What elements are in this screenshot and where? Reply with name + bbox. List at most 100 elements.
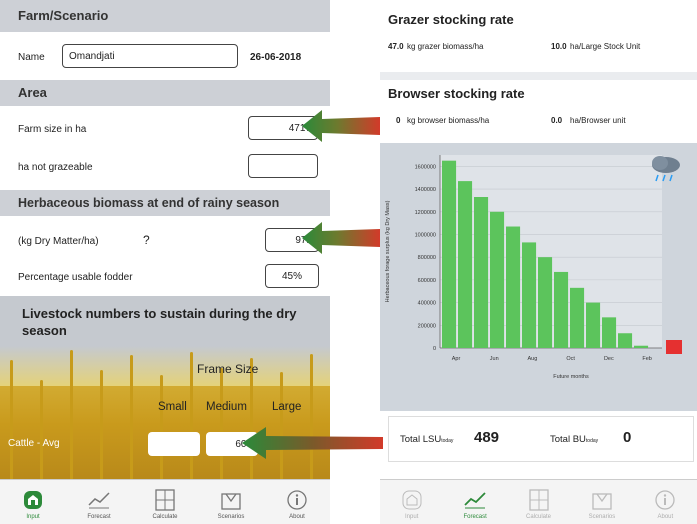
farm-icon [24, 491, 42, 509]
tab-about-label: About [657, 514, 674, 520]
tab-calculate-label: Calculate [152, 514, 178, 520]
frame-medium-label: Medium [206, 401, 247, 413]
y-tick-label: 1400000 [415, 187, 436, 193]
info-icon [287, 490, 307, 510]
tab-forecast-label: Forecast [87, 514, 111, 520]
bar [506, 226, 521, 348]
bar [634, 345, 649, 348]
x-axis-label: Future months [553, 374, 589, 380]
tab-bar-right: Input Forecast Calculate Scenarios About [380, 479, 697, 524]
tab-about[interactable]: About [634, 480, 697, 524]
area-header: Area [0, 80, 330, 106]
browser-ha-value: 0.0 [551, 116, 563, 125]
y-tick-label: 600000 [418, 278, 436, 284]
y-tick-label: 200000 [418, 323, 436, 329]
y-tick-label: 1600000 [415, 164, 436, 170]
y-tick-label: 400000 [418, 301, 436, 307]
browser-biomass-value: 0 [396, 116, 401, 125]
tab-scenarios-label: Scenarios [588, 514, 616, 520]
x-tick-label: Jun [490, 356, 499, 362]
bar [618, 333, 633, 348]
tab-calculate-label: Calculate [526, 514, 552, 520]
scenarios-icon [592, 493, 612, 510]
usable-fodder-label: Percentage usable fodder [18, 272, 133, 283]
browser-ha-unit: ha/Browser unit [570, 116, 626, 125]
y-tick-label: 1000000 [415, 232, 436, 238]
cattle-small-input[interactable] [148, 432, 200, 456]
tab-calculate[interactable]: Calculate [132, 480, 198, 524]
cattle-label: Cattle - Avg [8, 438, 60, 449]
tab-input-label: Input [26, 514, 40, 520]
callout-arrow-cattle [242, 427, 383, 459]
tab-about-label: About [289, 514, 305, 520]
calculator-icon [155, 489, 175, 511]
name-label: Name [18, 52, 45, 63]
farm-name-input[interactable]: Omandjati [62, 44, 238, 68]
tab-scenarios[interactable]: Scenarios [570, 480, 633, 524]
line-chart-icon [464, 492, 486, 509]
frame-small-label: Small [158, 401, 187, 413]
y-axis-label: Herbaceous forage surplus (kg Dry Mass) [385, 200, 391, 302]
grazer-ha-unit: ha/Large Stock Unit [570, 42, 641, 51]
tab-scenarios-label: Scenarios [217, 514, 245, 520]
bar [490, 211, 505, 348]
x-tick-label: Oct [566, 356, 575, 362]
calculate-screen: Grazer stocking rate 47.0 kg grazer biom… [380, 0, 697, 524]
callout-arrow-dry-matter [302, 222, 380, 254]
y-tick-label: 1200000 [415, 210, 436, 216]
total-bu-label: Total BUtoday [550, 434, 599, 445]
biomass-header: Herbaceous biomass at end of rainy seaso… [0, 190, 330, 216]
x-tick-label: Apr [452, 356, 461, 362]
grazer-biomass-value: 47.0 [388, 42, 404, 51]
deficit-bar [666, 340, 682, 354]
scenario-date: 26-06-2018 [250, 52, 302, 63]
total-lsu-label: Total LSUtoday [400, 434, 454, 445]
dry-matter-label: (kg Dry Matter/ha) [18, 236, 99, 247]
forage-chart: 0 200000 400000 600000 800000 1000000 1200000 1… [380, 143, 697, 411]
tab-forecast-label: Forecast [463, 514, 487, 520]
bar [602, 317, 617, 348]
bar [538, 257, 553, 348]
browser-header: Browser stocking rate [388, 86, 525, 101]
tab-bar: Input Forecast Calculate Scenarios About [0, 479, 330, 524]
tab-input[interactable]: Input [0, 480, 66, 524]
tab-forecast[interactable]: Forecast [66, 480, 132, 524]
tab-forecast[interactable]: Forecast [443, 480, 506, 524]
tab-about[interactable]: About [264, 480, 330, 524]
grazer-ha-value: 10.0 [551, 42, 567, 51]
frame-size-label: Frame Size [197, 362, 259, 376]
farm-icon [402, 490, 422, 510]
total-lsu-value: 489 [474, 429, 500, 446]
farm-scenario-header: Farm/Scenario [0, 0, 330, 32]
y-tick-label: 0 [433, 346, 436, 352]
livestock-header: Livestock numbers to sustain during the … [22, 306, 297, 338]
usable-fodder-input[interactable]: 45% [265, 264, 319, 288]
calculator-icon [528, 489, 549, 511]
line-chart-icon [88, 492, 110, 509]
bar [586, 302, 601, 348]
total-bu-value: 0 [623, 429, 632, 446]
tab-input[interactable]: Input [380, 480, 443, 524]
forage-chart-svg: 0 200000 400000 600000 800000 1000000 1200000 1… [385, 155, 682, 380]
bar [570, 287, 585, 348]
help-icon[interactable]: ? [143, 233, 150, 247]
grazer-biomass-unit: kg grazer biomass/ha [407, 42, 484, 51]
bar [554, 271, 569, 348]
scenarios-icon [221, 493, 241, 510]
info-icon [655, 490, 675, 510]
separator [380, 72, 697, 80]
tab-input-label: Input [405, 514, 419, 520]
not-grazeable-input[interactable] [248, 154, 318, 178]
x-tick-label: Feb [642, 356, 651, 362]
bar [458, 181, 473, 348]
bar [442, 160, 457, 348]
grazer-header: Grazer stocking rate [388, 12, 514, 27]
tab-calculate[interactable]: Calculate [507, 480, 570, 524]
not-grazeable-label: ha not grazeable [18, 162, 93, 173]
x-tick-label: Aug [528, 356, 538, 362]
y-tick-label: 800000 [418, 255, 436, 261]
x-tick-label: Dec [604, 356, 614, 362]
tab-scenarios[interactable]: Scenarios [198, 480, 264, 524]
farm-size-label: Farm size in ha [18, 124, 87, 135]
bar [474, 197, 489, 348]
